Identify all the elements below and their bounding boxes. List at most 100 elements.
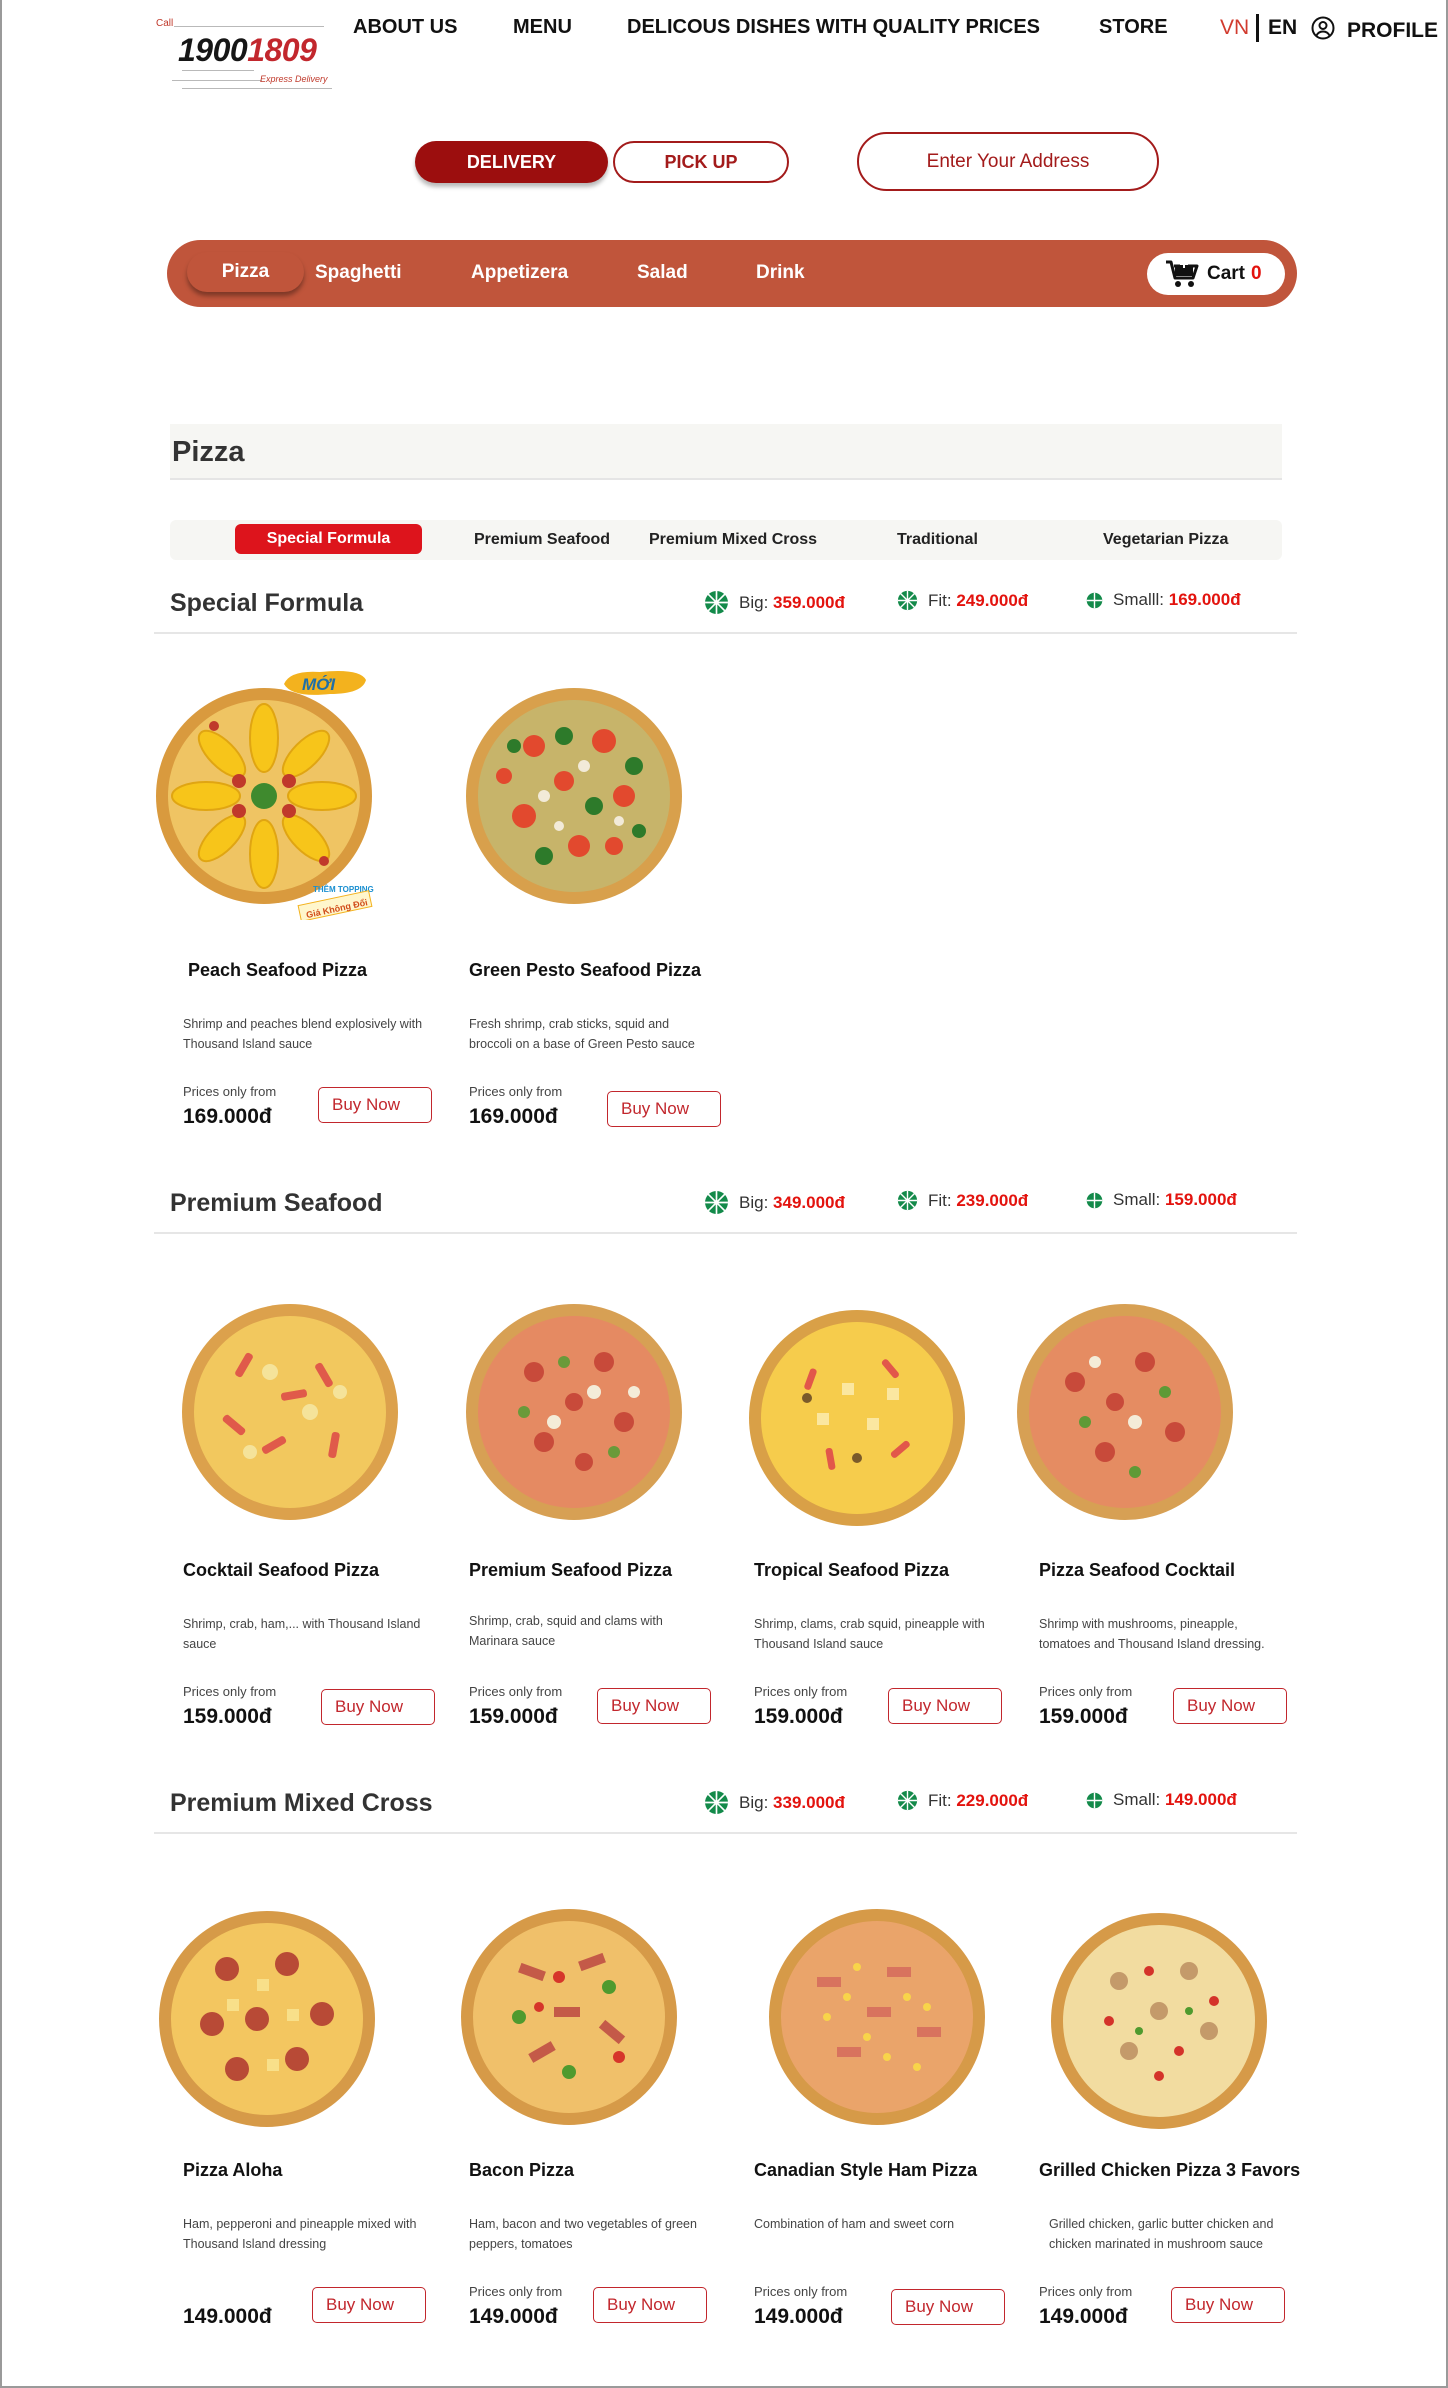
product-name[interactable]: Premium Seafood Pizza <box>469 1560 672 1581</box>
address-input[interactable]: Enter Your Address <box>857 132 1159 191</box>
group-divider <box>154 1232 1297 1234</box>
nav-menu[interactable]: MENU <box>513 16 572 39</box>
section-title: Pizza <box>172 436 245 468</box>
category-pizza[interactable]: Pizza <box>187 252 304 292</box>
pizza-fit-icon <box>897 590 918 611</box>
product-price: 149.000đ <box>469 2305 558 2328</box>
logo-line <box>174 26 324 27</box>
category-appetizers[interactable]: Appetizera <box>471 262 568 284</box>
page: Call 19001809 Express Delivery ABOUT US … <box>0 0 1448 2388</box>
buy-now-button[interactable]: Buy Now <box>1171 2287 1285 2323</box>
buy-now-button[interactable]: Buy Now <box>1173 1688 1287 1724</box>
product-description: Shrimp, crab, squid and clams with Marin… <box>469 1614 663 1648</box>
product-price: 149.000đ <box>183 2305 272 2328</box>
product-name[interactable]: Tropical Seafood Pizza <box>754 1560 949 1581</box>
size-small: Smalll: 169.000đ <box>1086 590 1241 610</box>
product-name[interactable]: Pizza Seafood Cocktail <box>1039 1560 1235 1581</box>
product-description: Shrimp, clams, crab squid, pineapple wit… <box>754 1617 985 1651</box>
pizza-image[interactable] <box>1049 1911 1269 2131</box>
group-divider <box>154 632 1297 634</box>
pizza-image[interactable] <box>747 1308 967 1528</box>
nav-delicious-dishes[interactable]: DELICOUS DISHES WITH QUALITY PRICES <box>627 16 1040 39</box>
lang-vn[interactable]: VN <box>1220 16 1249 40</box>
size-fit: Fit: 229.000đ <box>897 1790 1028 1811</box>
group-title: Premium Seafood <box>170 1189 383 1217</box>
price-from-label: Prices only from <box>1039 1684 1133 1699</box>
product-name[interactable]: Canadian Style Ham Pizza <box>754 2160 977 2181</box>
section-header: Pizza <box>170 424 1282 480</box>
nav-store[interactable]: STORE <box>1099 16 1168 39</box>
buy-now-button[interactable]: Buy Now <box>891 2289 1005 2325</box>
product-price: 169.000đ <box>469 1105 558 1128</box>
product-name[interactable]: Pizza Aloha <box>183 2160 282 2181</box>
tab-traditional[interactable]: Traditional <box>897 531 978 549</box>
product-name[interactable]: Cocktail Seafood Pizza <box>183 1560 379 1581</box>
pizza-image[interactable] <box>180 1302 400 1522</box>
product-price: 169.000đ <box>183 1105 272 1128</box>
cart-icon <box>1166 260 1199 287</box>
buy-now-button[interactable]: Buy Now <box>597 1688 711 1724</box>
logo-number: 19001809 <box>178 32 317 68</box>
product-name[interactable]: Grilled Chicken Pizza 3 Favors <box>1039 2160 1300 2181</box>
pizza-image[interactable] <box>459 1907 679 2127</box>
subcategory-tabs: Special Formula Premium Seafood Premium … <box>170 520 1282 560</box>
logo-line <box>172 80 262 81</box>
svg-text:MỚI: MỚI <box>302 675 336 694</box>
price-from-label: Prices only from <box>754 2284 848 2299</box>
size-big: Big: 359.000đ <box>704 590 845 615</box>
lang-en[interactable]: EN <box>1268 16 1297 40</box>
cart-count: 0 <box>1251 263 1262 284</box>
pizza-small-icon <box>1086 592 1103 608</box>
cart-button[interactable]: Cart 0 <box>1147 253 1285 295</box>
delivery-button[interactable]: DELIVERY <box>415 141 608 183</box>
tab-vegetarian-pizza[interactable]: Vegetarian Pizza <box>1103 531 1228 549</box>
pizza-image[interactable] <box>464 1302 684 1522</box>
price-from-label: Prices only from <box>754 1684 848 1699</box>
tab-special-formula[interactable]: Special Formula <box>235 524 422 554</box>
tab-premium-mixed-cross[interactable]: Premium Mixed Cross <box>649 531 817 549</box>
category-spaghetti[interactable]: Spaghetti <box>315 262 402 284</box>
price-from-label: Prices only from <box>183 1084 277 1099</box>
size-small: Small: 159.000đ <box>1086 1190 1237 1210</box>
product-name[interactable]: Bacon Pizza <box>469 2160 574 2181</box>
price-from-label: Prices only from <box>1039 2284 1133 2299</box>
size-big: Big: 339.000đ <box>704 1790 845 1815</box>
pizza-big-icon <box>705 591 728 614</box>
product-price: 159.000đ <box>469 1705 558 1728</box>
pizza-image[interactable] <box>154 686 374 906</box>
product-price: 149.000đ <box>754 2305 843 2328</box>
brand-logo[interactable]: Call 19001809 Express Delivery <box>152 14 332 94</box>
size-fit: Fit: 249.000đ <box>897 590 1028 611</box>
tab-premium-seafood[interactable]: Premium Seafood <box>474 531 610 549</box>
product-price: 159.000đ <box>183 1705 272 1728</box>
user-circle-icon[interactable] <box>1311 16 1335 40</box>
product-price: 159.000đ <box>754 1705 843 1728</box>
product-description: Fresh shrimp, crab sticks, squid and bro… <box>469 1017 695 1051</box>
category-drink[interactable]: Drink <box>756 262 805 284</box>
logo-line <box>182 70 254 71</box>
product-name[interactable]: Peach Seafood Pizza <box>188 960 367 981</box>
nav-about-us[interactable]: ABOUT US <box>353 16 457 39</box>
buy-now-button[interactable]: Buy Now <box>607 1091 721 1127</box>
pizza-image[interactable] <box>157 1909 377 2129</box>
product-description: Combination of ham and sweet corn <box>754 2217 955 2231</box>
product-price: 159.000đ <box>1039 1705 1128 1728</box>
buy-now-button[interactable]: Buy Now <box>321 1689 435 1725</box>
size-small: Small: 149.000đ <box>1086 1790 1237 1810</box>
buy-now-button[interactable]: Buy Now <box>318 1087 432 1123</box>
category-salad[interactable]: Salad <box>637 262 688 284</box>
pizza-big-icon <box>705 1191 728 1214</box>
pizza-image[interactable] <box>1015 1302 1235 1522</box>
pickup-button[interactable]: PICK UP <box>613 141 789 183</box>
product-description: Shrimp and peaches blend explosively wit… <box>183 1017 423 1051</box>
buy-now-button[interactable]: Buy Now <box>593 2287 707 2323</box>
pizza-image[interactable] <box>767 1907 987 2127</box>
product-description: Shrimp with mushrooms, pineapple, tomato… <box>1039 1617 1265 1651</box>
pizza-image[interactable] <box>464 686 684 906</box>
price-from-label: Prices only from <box>469 2284 563 2299</box>
product-name[interactable]: Green Pesto Seafood Pizza <box>469 960 701 981</box>
buy-now-button[interactable]: Buy Now <box>312 2287 426 2323</box>
buy-now-button[interactable]: Buy Now <box>888 1688 1002 1724</box>
pizza-small-icon <box>1086 1192 1103 1208</box>
profile-link[interactable]: PROFILE <box>1347 19 1438 43</box>
